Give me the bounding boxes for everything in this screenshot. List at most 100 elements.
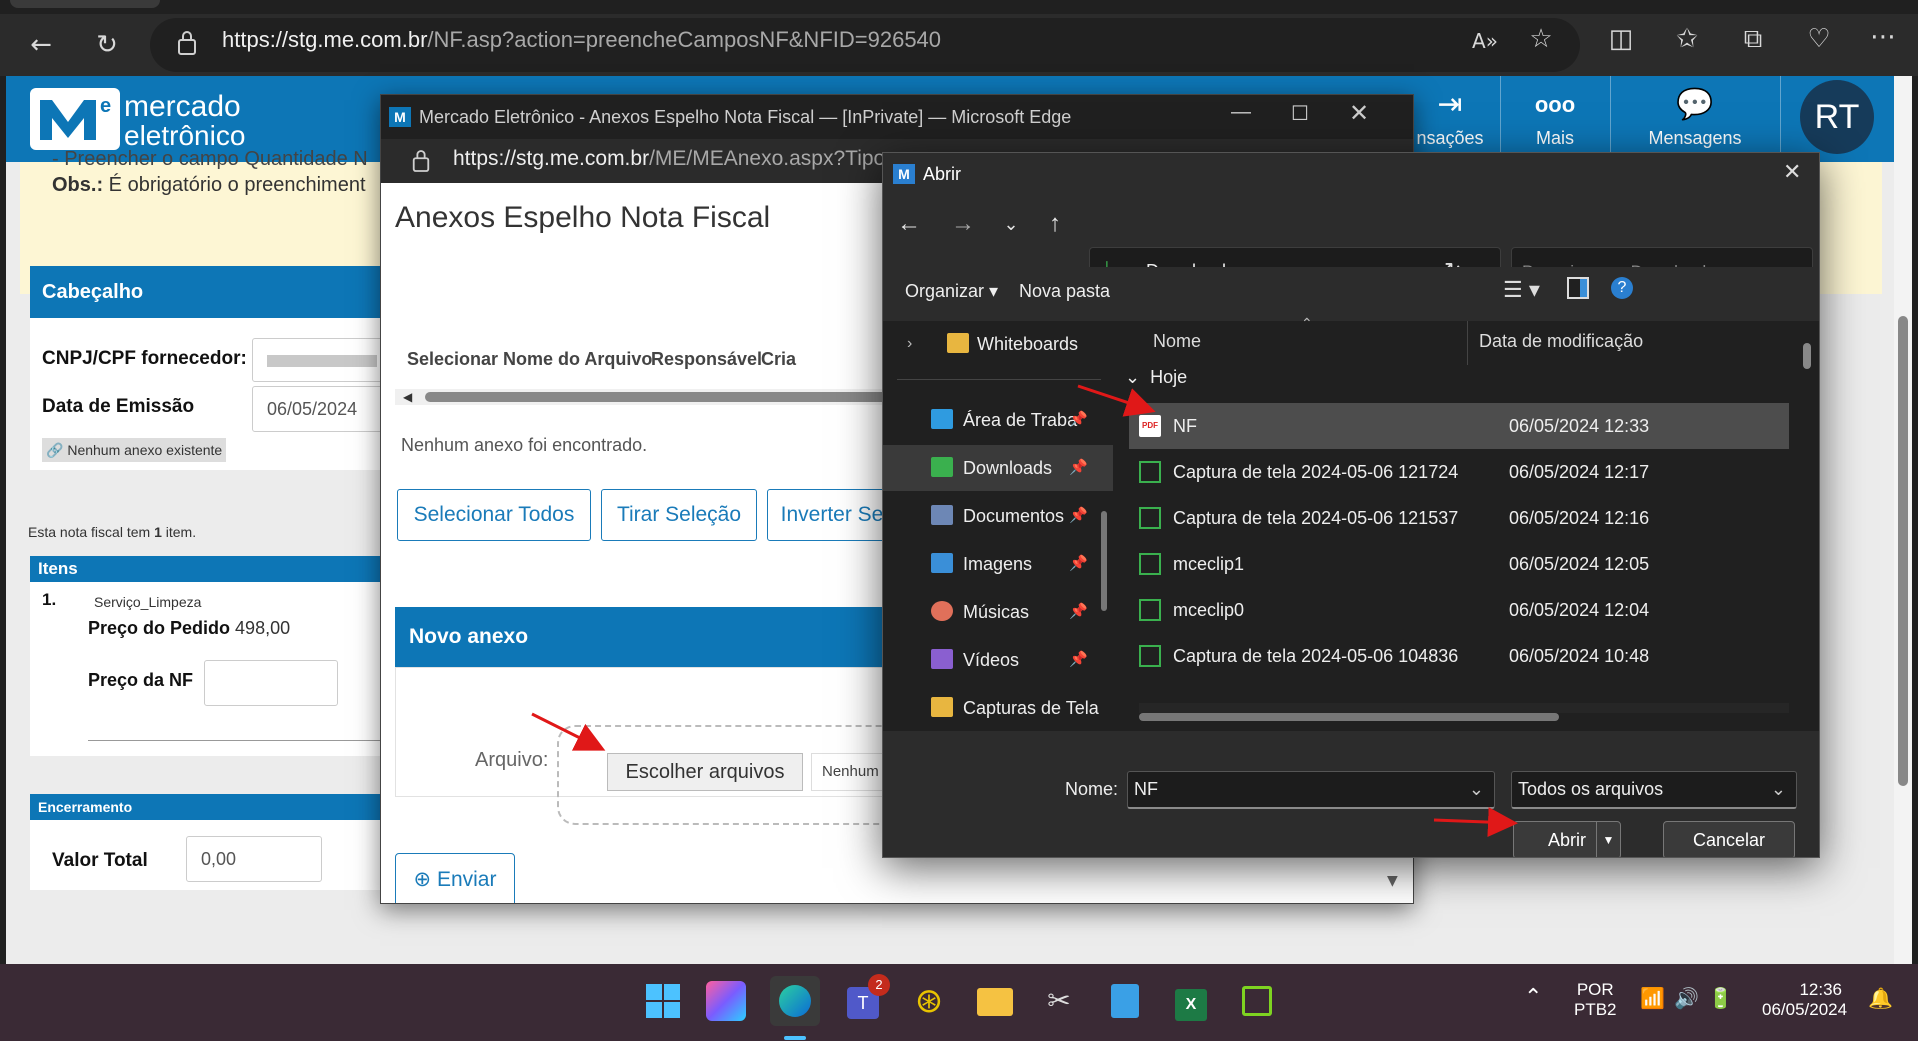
choose-files-button[interactable]: Escolher arquivos: [607, 753, 803, 791]
sidebar-item-videos[interactable]: Vídeos 📌: [883, 637, 1113, 683]
col-criacao[interactable]: Cria: [761, 349, 796, 370]
sidebar-item-downloads[interactable]: Downloads 📌: [883, 445, 1113, 491]
close-icon[interactable]: ✕: [1349, 99, 1369, 128]
file-row[interactable]: Captura de tela 2024-05-06 104836 06/05/…: [1129, 633, 1789, 679]
notification-bell-icon[interactable]: 🔔: [1868, 986, 1893, 1011]
chevron-up-icon[interactable]: ⌃: [1524, 984, 1542, 1010]
health-icon[interactable]: ♡: [1802, 24, 1836, 54]
invert-selection-button[interactable]: Inverter Se: [767, 489, 897, 541]
col-nome-arquivo[interactable]: Nome do Arquivo: [503, 349, 652, 370]
file-row[interactable]: mceclip1 06/05/2024 12:05: [1129, 541, 1789, 587]
enviar-button[interactable]: ⊕ Enviar: [395, 853, 515, 903]
sidebar-item-screenshots[interactable]: Capturas de Tela: [883, 685, 1113, 731]
file-type-select[interactable]: Todos os arquivos ⌄: [1511, 771, 1797, 809]
header-card: Cabeçalho CNPJ/CPF fornecedor: Data de E…: [30, 266, 392, 470]
nav-mais[interactable]: ooo Mais: [1510, 82, 1600, 149]
sort-chevron-icon: ⌃: [1301, 315, 1313, 331]
minimize-icon[interactable]: —: [1231, 101, 1251, 124]
collections-icon[interactable]: ⧉: [1736, 24, 1770, 54]
valor-total-field[interactable]: 0,00: [186, 836, 322, 882]
start-windows-icon[interactable]: [638, 976, 688, 1026]
data-emissao-label: Data de Emissão: [42, 396, 195, 417]
excel-icon[interactable]: X: [1166, 976, 1216, 1026]
sidebar-item-documents[interactable]: Documentos 📌: [883, 493, 1113, 539]
copilot-icon[interactable]: [706, 981, 746, 1021]
group-today[interactable]: ⌄ Hoje: [1125, 367, 1187, 388]
back-icon[interactable]: ←: [24, 30, 58, 60]
nav-scrollbar[interactable]: [1101, 511, 1107, 611]
me-app-icon: M: [893, 164, 915, 184]
chatgpt-icon[interactable]: ⊛: [904, 976, 954, 1026]
favorite-star-icon[interactable]: ☆: [1524, 24, 1558, 54]
horizontal-scrollbar[interactable]: [1139, 713, 1559, 721]
help-icon[interactable]: ?: [1611, 277, 1633, 299]
nav-transacoes[interactable]: ⇥ nsações: [1410, 82, 1490, 149]
scroll-left-icon[interactable]: ◀: [403, 390, 412, 404]
file-row[interactable]: Captura de tela 2024-05-06 121537 06/05/…: [1129, 495, 1789, 541]
col-date-header[interactable]: Data de modificação: [1479, 331, 1643, 352]
split-screen-icon[interactable]: ◫: [1604, 24, 1638, 54]
refresh-icon[interactable]: ↻: [90, 30, 124, 60]
preview-pane-icon[interactable]: [1567, 277, 1589, 299]
scrollbar-thumb[interactable]: [1898, 316, 1908, 786]
cnpj-field[interactable]: [252, 338, 392, 382]
edge-browser-icon[interactable]: [770, 976, 820, 1026]
chevron-right-icon[interactable]: ›: [907, 321, 912, 367]
notepad-icon[interactable]: [1100, 976, 1150, 1026]
sidebar-item-pictures[interactable]: Imagens 📌: [883, 541, 1113, 587]
up-arrow-icon[interactable]: ↑: [1037, 209, 1073, 239]
language-indicator[interactable]: POR PTB2: [1574, 980, 1617, 1020]
file-name-input[interactable]: NF ⌄: [1127, 771, 1495, 809]
teams-icon[interactable]: T 2: [838, 974, 890, 1026]
col-responsavel[interactable]: Responsável: [651, 349, 762, 370]
snipping-tool-icon[interactable]: ✂: [1034, 976, 1084, 1026]
nav-mensagens[interactable]: 💬 Mensagens: [1620, 82, 1770, 149]
maximize-icon[interactable]: ☐: [1291, 101, 1309, 126]
data-emissao-field[interactable]: 06/05/2024: [252, 386, 392, 432]
file-row-nf[interactable]: PDF NF 06/05/2024 12:33: [1129, 403, 1789, 449]
page-scrollbar[interactable]: [1894, 76, 1912, 964]
select-all-button[interactable]: Selecionar Todos: [397, 489, 591, 541]
favorites-icon[interactable]: ✩: [1670, 24, 1704, 54]
read-aloud-icon[interactable]: A»: [1468, 26, 1502, 56]
clear-selection-button[interactable]: Tirar Seleção: [601, 489, 757, 541]
col-selecionar[interactable]: Selecionar: [407, 349, 498, 370]
wifi-icon[interactable]: 📶: [1640, 986, 1665, 1011]
col-name-header[interactable]: Nome: [1153, 331, 1201, 352]
open-dropdown-icon[interactable]: ▼: [1596, 822, 1620, 857]
sidebar-item-whiteboards[interactable]: › Whiteboards: [883, 321, 1113, 367]
download-icon: [931, 457, 953, 477]
chevron-down-icon[interactable]: ⌄: [1771, 772, 1786, 806]
recent-dropdown-icon[interactable]: ⌄: [993, 209, 1029, 239]
cancel-button[interactable]: Cancelar: [1663, 821, 1795, 857]
avatar[interactable]: RT: [1800, 80, 1874, 154]
clock[interactable]: 12:36 06/05/2024: [1762, 980, 1847, 1020]
volume-icon[interactable]: 🔊: [1674, 986, 1699, 1011]
back-arrow-icon[interactable]: ←: [891, 209, 927, 239]
new-folder-button[interactable]: Nova pasta: [1019, 281, 1110, 302]
organize-button[interactable]: Organizar ▾: [905, 281, 998, 302]
greenshot-icon[interactable]: [1232, 976, 1282, 1026]
popup-url-text[interactable]: https://stg.me.com.br/ME/MEAnexo.aspx?Ti…: [453, 147, 885, 171]
more-menu-icon[interactable]: ⋯: [1866, 22, 1900, 52]
view-options-icon[interactable]: ☰ ▾: [1503, 277, 1540, 303]
file-row[interactable]: Captura de tela 2024-05-06 121724 06/05/…: [1129, 449, 1789, 495]
open-button[interactable]: Abrir ▼: [1513, 821, 1621, 857]
column-divider[interactable]: [1467, 321, 1468, 365]
preco-nf-field[interactable]: [204, 660, 338, 706]
forward-arrow-icon[interactable]: →: [945, 209, 981, 239]
chevron-down-icon[interactable]: ⌄: [1469, 772, 1484, 806]
sidebar-item-music[interactable]: Músicas 📌: [883, 589, 1113, 635]
file-explorer-icon[interactable]: [970, 976, 1020, 1026]
active-tab[interactable]: [10, 0, 160, 8]
scroll-down-icon[interactable]: ▼: [1387, 873, 1398, 889]
attachment-text: Nenhum anexo existente: [67, 442, 223, 458]
close-icon[interactable]: ✕: [1783, 159, 1801, 185]
address-text[interactable]: https://stg.me.com.br/NF.asp?action=pree…: [222, 25, 941, 55]
sidebar-item-desktop[interactable]: Área de Traba 📌: [883, 397, 1113, 443]
battery-icon[interactable]: 🔋: [1708, 986, 1733, 1011]
attachment-status[interactable]: 🔗 Nenhum anexo existente: [42, 438, 227, 462]
file-row[interactable]: mceclip0 06/05/2024 12:04: [1129, 587, 1789, 633]
vertical-scrollbar[interactable]: [1803, 343, 1811, 369]
desktop-icon: [931, 409, 953, 429]
